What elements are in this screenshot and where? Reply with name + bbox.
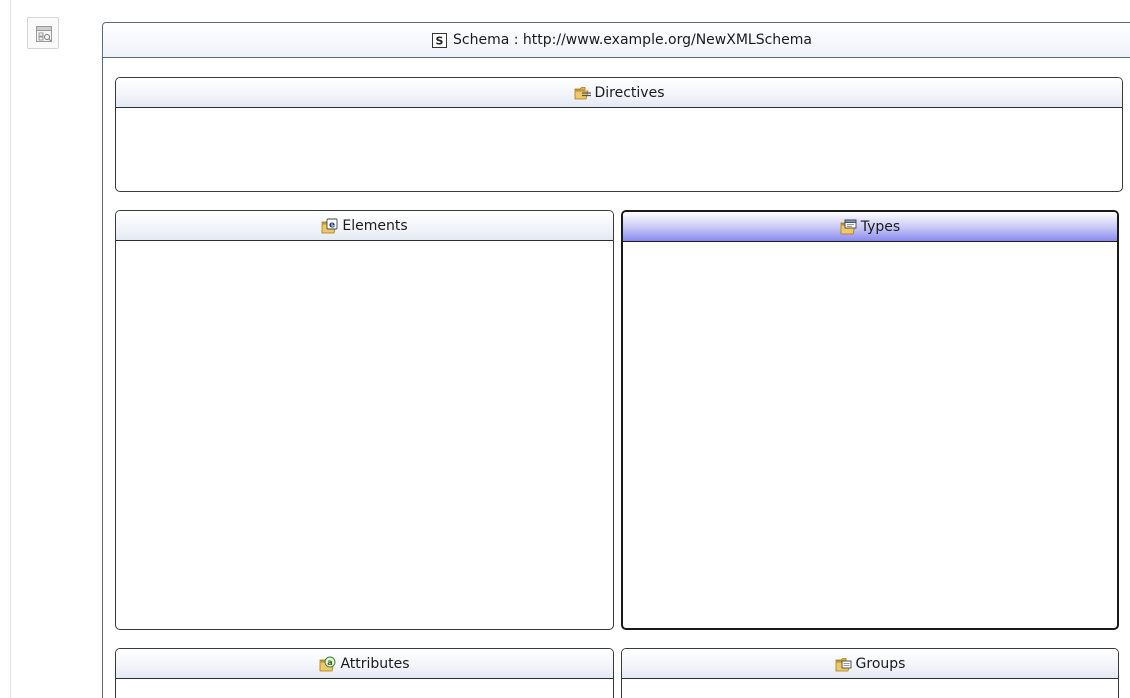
elements-panel[interactable]: e Elements	[115, 210, 614, 630]
elements-folder-icon: e	[321, 218, 338, 233]
schema-title: Schema : http://www.example.org/NewXMLSc…	[453, 32, 812, 48]
groups-header[interactable]: Groups	[622, 649, 1118, 679]
directives-header-content: Directives	[574, 85, 665, 101]
elements-header-content: e Elements	[321, 217, 408, 234]
gutter-divider	[10, 0, 11, 698]
types-folder-icon	[840, 219, 857, 234]
directives-folder-icon	[574, 86, 591, 99]
attributes-label: Attributes	[340, 655, 410, 672]
schema-icon-letter: S	[436, 34, 444, 47]
attributes-icon-letter: a	[328, 658, 333, 667]
directives-label: Directives	[594, 84, 665, 101]
groups-header-content: Groups	[835, 655, 906, 672]
schema-design-view: S Schema : http://www.example.org/NewXML…	[0, 0, 1130, 698]
groups-panel[interactable]: Groups	[621, 648, 1119, 698]
elements-icon-letter: e	[329, 220, 335, 230]
attributes-header-content: a Attributes	[319, 655, 410, 672]
schema-header-content: S Schema : http://www.example.org/NewXML…	[432, 32, 812, 48]
types-label: Types	[860, 218, 901, 235]
types-header-content: Types	[840, 219, 900, 235]
directives-header[interactable]: Directives	[116, 78, 1122, 108]
groups-folder-icon	[835, 657, 851, 671]
types-panel[interactable]: Types	[621, 210, 1119, 630]
types-header[interactable]: Types	[623, 212, 1117, 242]
attributes-folder-icon: a	[320, 656, 336, 671]
overview-button[interactable]	[27, 17, 59, 49]
groups-label: Groups	[855, 655, 906, 672]
overview-icon	[36, 26, 52, 42]
schema-header[interactable]: S Schema : http://www.example.org/NewXML…	[103, 23, 1130, 58]
directives-panel[interactable]: Directives	[115, 77, 1123, 192]
elements-label: Elements	[342, 217, 408, 234]
attributes-header[interactable]: a Attributes	[116, 649, 613, 679]
schema-icon: S	[432, 32, 447, 48]
attributes-panel[interactable]: a Attributes	[115, 648, 614, 698]
elements-header[interactable]: e Elements	[116, 211, 613, 241]
